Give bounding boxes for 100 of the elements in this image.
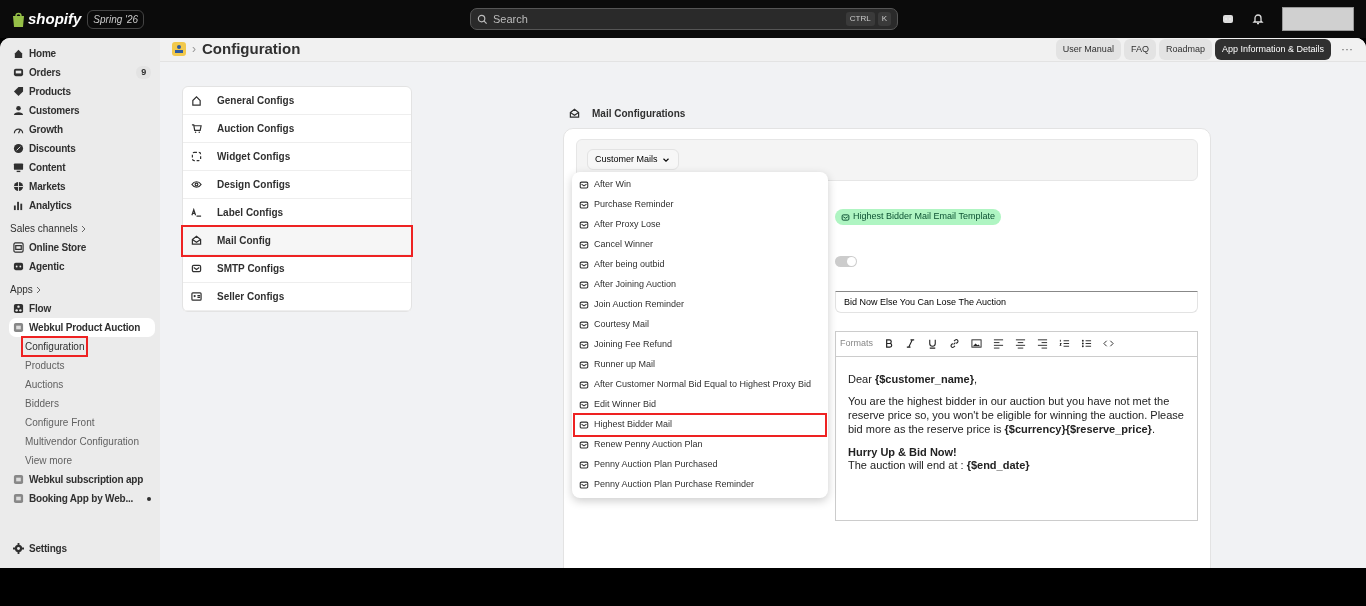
numbered-list-icon[interactable]	[1058, 338, 1070, 349]
search-input[interactable]: Search	[491, 9, 843, 29]
section-heading[interactable]: Apps	[10, 282, 33, 297]
envelope-icon	[579, 179, 589, 190]
sidebar-item[interactable]: Webkul Product Auction	[9, 318, 155, 337]
mail-type-option[interactable]: Penny Auction Plan Purchase Reminder	[575, 474, 825, 495]
open-envelope-icon	[569, 108, 580, 119]
mail-type-option[interactable]: After Customer Normal Bid Equal to Highest Proxy Bid	[575, 374, 825, 395]
sidebar-item[interactable]: Webkul subscription app	[9, 470, 155, 489]
mail-type-label: Edit Winner Bid	[594, 397, 657, 411]
mail-type-option[interactable]: Cancel Winner	[575, 234, 825, 255]
count-badge: 9	[136, 65, 151, 80]
mail-type-option[interactable]: Penny Auction Plan Purchased	[575, 454, 825, 475]
config-menu-label: SMTP Configs	[217, 261, 285, 276]
mail-type-label: After Proxy Lose	[594, 217, 661, 231]
config-menu-item[interactable]: SMTP Configs	[183, 254, 411, 283]
config-menu-item[interactable]: Seller Configs	[183, 282, 411, 311]
sidebar-item[interactable]: Products	[9, 82, 155, 101]
underline-icon[interactable]	[926, 338, 938, 349]
editor-paragraph: You are the highest bidder in our auction but you have not met the reserve price so, you won't be eligible for winning the auction. Please bid more as the reserve price is {$currency}{$reserve_price}.	[848, 395, 1185, 437]
editor-heading: Hurry Up & Bid Now!	[848, 445, 958, 460]
sidebar-item-label: Webkul subscription app	[29, 473, 144, 487]
template-name-tag: Highest Bidder Mail Email Template	[835, 209, 1001, 225]
sidebar-item[interactable]: Flow	[9, 299, 155, 318]
link-icon[interactable]	[948, 338, 960, 349]
category-dropdown[interactable]: Customer Mails	[587, 148, 679, 171]
code-icon[interactable]	[1102, 338, 1114, 349]
sidebar-item[interactable]: Home	[9, 44, 155, 63]
dashed-square-icon	[191, 150, 202, 162]
config-menu-label: Seller Configs	[217, 289, 285, 304]
page-title: Configuration	[202, 39, 301, 59]
mail-type-option[interactable]: Renew Penny Auction Plan	[575, 434, 825, 455]
more-actions-button[interactable]: ···	[1340, 39, 1354, 60]
app-logo-icon	[172, 42, 186, 57]
mail-type-option[interactable]: After Proxy Lose	[575, 214, 825, 235]
mail-type-label: Penny Auction Plan Purchased	[594, 457, 718, 471]
brand-name: shopify	[28, 8, 82, 29]
config-menu-item[interactable]: Auction Configs	[183, 114, 411, 143]
sidebar-item[interactable]: Content	[9, 158, 155, 177]
sidebar-item[interactable]: Discounts	[9, 139, 155, 158]
sidebar-item[interactable]: Customers	[9, 101, 155, 120]
config-menu-item[interactable]: Mail Config	[183, 226, 411, 255]
config-menu-label: Auction Configs	[217, 121, 295, 136]
sidebar-item[interactable]: Orders 9	[9, 63, 155, 82]
config-menu-item[interactable]: Design Configs	[183, 170, 411, 199]
mail-type-option[interactable]: After Win	[575, 174, 825, 195]
header-button[interactable]: User Manual	[1055, 38, 1121, 60]
mail-type-option[interactable]: After Joining Auction	[575, 274, 825, 295]
config-menu-item[interactable]: Widget Configs	[183, 142, 411, 171]
sidebar-subitem[interactable]: Multivendor Configuration	[23, 433, 141, 450]
edition-badge: Spring '26	[87, 9, 145, 29]
mail-type-option[interactable]: After being outbid	[575, 254, 825, 275]
bullet-list-icon[interactable]	[1080, 338, 1092, 349]
mail-type-option[interactable]: Purchase Reminder	[575, 194, 825, 215]
sidebar-item-label: Webkul Product Auction	[29, 321, 141, 335]
sidebar-item[interactable]: Booking App by Web...	[9, 489, 155, 508]
sidebar-item[interactable]: Growth	[9, 120, 155, 139]
sidebar-item-label: Booking App by Web...	[29, 492, 134, 506]
sidebar-item[interactable]: Online Store	[9, 238, 155, 257]
header-button[interactable]: App Information & Details	[1214, 38, 1331, 60]
mail-type-label: After being outbid	[594, 257, 665, 271]
sidebar-item[interactable]: Settings	[9, 539, 155, 558]
section-heading[interactable]: Sales channels	[10, 221, 78, 236]
mail-type-option[interactable]: Courtesy Mail	[575, 314, 825, 335]
sidebar-item[interactable]: Analytics	[9, 196, 155, 215]
sidebar-item[interactable]: Agentic	[9, 257, 155, 276]
italic-icon[interactable]	[904, 338, 916, 349]
envelope-icon	[579, 479, 589, 490]
sidebar-subitem[interactable]: Auctions	[23, 376, 66, 393]
mail-type-option[interactable]: Joining Fee Refund	[575, 334, 825, 355]
config-menu-item[interactable]: General Configs	[183, 86, 411, 115]
image-icon[interactable]	[970, 338, 982, 349]
mail-type-option[interactable]: Edit Winner Bid	[575, 394, 825, 415]
align-right-icon[interactable]	[1036, 338, 1048, 349]
bar-chart-icon	[13, 200, 24, 211]
search-bar[interactable]: Search CTRL K	[470, 8, 898, 30]
align-left-icon[interactable]	[992, 338, 1004, 349]
header-button[interactable]: FAQ	[1123, 38, 1156, 60]
rich-text-editor[interactable]	[835, 330, 1198, 521]
align-center-icon[interactable]	[1014, 338, 1026, 349]
chevron-right-icon	[80, 224, 87, 233]
envelope-icon	[579, 379, 589, 390]
sidebar-subitem[interactable]: View more	[23, 452, 75, 469]
header-button[interactable]: Roadmap	[1158, 38, 1212, 60]
sidebar-subitem[interactable]: Configuration	[23, 338, 87, 355]
sidebar-subitem[interactable]: Bidders	[23, 395, 61, 412]
house-icon	[191, 94, 202, 106]
mail-type-label: Runner up Mail	[594, 357, 656, 371]
envelope-icon	[579, 459, 589, 470]
mail-type-option[interactable]: Join Auction Reminder	[575, 294, 825, 315]
formats-dropdown[interactable]: Formats	[839, 335, 874, 352]
sidebar-subitem[interactable]: Products	[23, 357, 67, 374]
sidebar-item-label: Products	[29, 85, 71, 99]
status-toggle[interactable]	[835, 256, 857, 267]
notification-bell-icon	[1252, 13, 1264, 25]
sidebar-item[interactable]: Markets	[9, 177, 155, 196]
sidebar-subitem[interactable]: Configure Front	[23, 414, 97, 431]
mail-type-option[interactable]: Runner up Mail	[575, 354, 825, 375]
subject-field[interactable]: Bid Now Else You Can Lose The Auction	[835, 290, 1198, 313]
mail-type-option[interactable]: Highest Bidder Mail	[575, 414, 825, 435]
